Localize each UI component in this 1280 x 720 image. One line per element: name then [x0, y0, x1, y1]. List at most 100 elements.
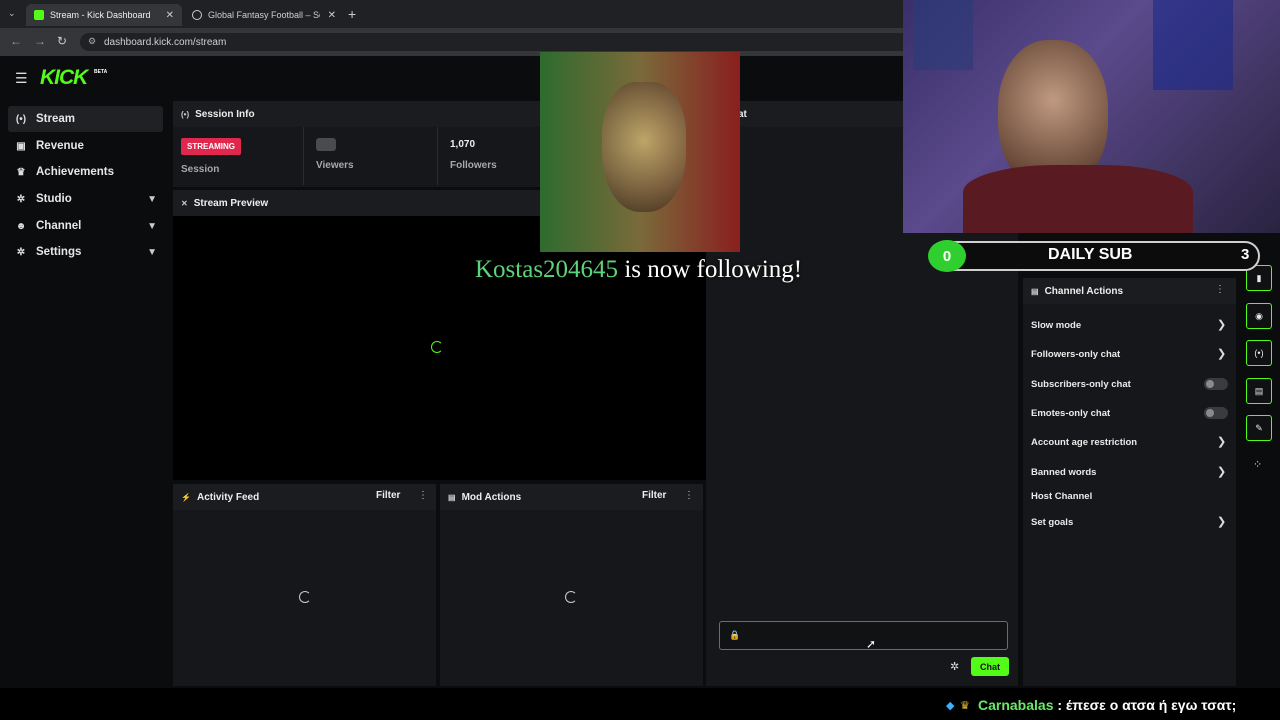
chevron-right-icon[interactable]: ❯: [1217, 318, 1226, 331]
list-icon: ▤: [1031, 286, 1039, 296]
jersey-frame: [913, 0, 973, 70]
more-options-icon[interactable]: ⋮: [418, 490, 428, 501]
tab-kick-dashboard[interactable]: Stream - Kick Dashboard ✕: [26, 4, 182, 26]
streaming-badge: STREAMING: [181, 138, 241, 155]
more-options-icon[interactable]: ⋮: [684, 490, 694, 501]
divider: [437, 127, 438, 185]
activity-filter-button[interactable]: Filter: [376, 490, 400, 501]
rail-chat-icon[interactable]: ◉: [1246, 303, 1272, 329]
follow-alert: Kostas204645 is now following!: [475, 256, 802, 284]
chat-input[interactable]: 🔒: [719, 621, 1008, 650]
activity-feed-panel: ⚡ Activity Feed: [173, 484, 436, 686]
rail-dots-icon[interactable]: ⁘: [1253, 458, 1262, 471]
panel-title: Stream Preview: [193, 197, 269, 209]
channel-actions-panel: ▤ Channel Actions: [1023, 278, 1236, 686]
chevron-right-icon[interactable]: ❯: [1217, 465, 1226, 478]
kick-logo[interactable]: KICK: [40, 66, 88, 90]
rail-broadcast-icon[interactable]: (•): [1246, 340, 1272, 366]
sidebar-item-label: Revenue: [36, 140, 84, 152]
panel-title: Mod Actions: [461, 491, 522, 503]
back-icon[interactable]: ←: [10, 34, 22, 48]
new-tab-icon[interactable]: +: [348, 6, 356, 22]
chevron-down-icon: ▼: [147, 246, 157, 258]
tab-fantasy-football[interactable]: Global Fantasy Football – Soran ✕: [184, 4, 344, 26]
chart-icon: ▣: [16, 140, 26, 152]
sidebar-item-achievements[interactable]: ♛ Achievements: [8, 159, 163, 185]
sidebar-item-studio[interactable]: ✲ Studio ▼: [8, 186, 163, 212]
url-text: dashboard.kick.com/stream: [104, 36, 227, 48]
loading-spinner-icon: [565, 591, 577, 603]
tab-title: Stream - Kick Dashboard: [50, 10, 151, 20]
follow-message: is now following!: [624, 256, 803, 283]
banned-words-item[interactable]: Banned words: [1031, 467, 1096, 478]
chevron-right-icon[interactable]: ❯: [1217, 435, 1226, 448]
viewers-placeholder: [316, 138, 336, 151]
rail-wrench-icon[interactable]: ✎: [1246, 415, 1272, 441]
people-icon: ☻: [15, 220, 27, 232]
account-age-item[interactable]: Account age restriction: [1031, 437, 1137, 448]
site-info-icon[interactable]: ⚙: [88, 36, 96, 47]
broadcast-icon: (•): [181, 109, 190, 119]
address-bar[interactable]: ⚙ dashboard.kick.com/stream: [80, 33, 930, 51]
tab-list-icon[interactable]: ⌄: [8, 8, 16, 19]
chat-settings-icon[interactable]: ✲: [950, 660, 959, 673]
chevron-down-icon: ▼: [147, 220, 157, 232]
bolt-icon: ⚡: [181, 492, 191, 502]
crown-icon: ♛: [960, 700, 970, 712]
rail-layout-icon[interactable]: ▤: [1246, 378, 1272, 404]
broadcast-icon: (•): [15, 113, 27, 125]
loading-spinner-icon: [431, 341, 443, 353]
panel-title: Session Info: [195, 108, 255, 120]
slow-mode-item[interactable]: Slow mode: [1031, 320, 1081, 331]
streamer-shirt: [963, 165, 1193, 233]
subscribers-only-toggle[interactable]: [1204, 378, 1228, 390]
forward-icon[interactable]: →: [34, 34, 46, 48]
more-options-icon[interactable]: ⋮: [1215, 284, 1225, 295]
chat-text: : έπεσε ο ατσα ή εγω τσατ;: [1057, 697, 1237, 713]
chevron-down-icon: ▼: [147, 193, 157, 205]
followers-only-item[interactable]: Followers-only chat: [1031, 349, 1120, 360]
menu-icon[interactable]: ☰: [15, 70, 28, 87]
panel-title: Channel Actions: [1044, 285, 1124, 297]
followers-label: Followers: [450, 160, 497, 171]
daily-sub-label: DAILY SUB: [1048, 246, 1133, 263]
set-goals-item[interactable]: Set goals: [1031, 517, 1073, 528]
followers-count: 1,070: [450, 139, 476, 150]
sidebar-item-stream[interactable]: (•) Stream: [8, 106, 163, 132]
reload-icon[interactable]: ↻: [57, 34, 67, 48]
sidebar-item-revenue[interactable]: ▣ Revenue: [8, 133, 163, 159]
gear-icon: ✲: [16, 246, 26, 258]
close-tab-icon[interactable]: ✕: [328, 10, 336, 21]
session-label: Session: [181, 164, 220, 175]
sidebar-item-label: Studio: [36, 193, 72, 205]
follower-name: Kostas204645: [475, 256, 619, 283]
globe-icon: [192, 10, 202, 20]
chevron-right-icon[interactable]: ❯: [1217, 515, 1226, 528]
trophy-icon: ♛: [16, 166, 26, 178]
subscribers-only-item: Subscribers-only chat: [1031, 379, 1131, 390]
chevron-right-icon[interactable]: ❯: [1217, 347, 1226, 360]
host-channel-item[interactable]: Host Channel: [1031, 491, 1092, 502]
gear-icon: ✲: [16, 193, 26, 205]
channel-actions-header: ▤ Channel Actions: [1023, 278, 1236, 304]
daily-sub-goal: 3: [1241, 246, 1250, 263]
sidebar-item-channel[interactable]: ☻ Channel ▼: [8, 213, 163, 239]
viewers-label: Viewers: [316, 160, 354, 171]
jersey-frame: [1153, 0, 1233, 90]
sidebar-item-label: Achievements: [36, 166, 114, 178]
webcam-overlay: [903, 0, 1280, 233]
emotes-only-item: Emotes-only chat: [1031, 408, 1111, 419]
mod-filter-button[interactable]: Filter: [642, 490, 666, 501]
close-icon[interactable]: ✕: [181, 199, 188, 208]
face-shape: [602, 82, 686, 212]
sidebar-item-label: Settings: [36, 246, 82, 258]
sidebar-item-settings[interactable]: ✲ Settings ▼: [8, 239, 163, 265]
sidebar-item-label: Stream: [36, 113, 75, 125]
kick-favicon-icon: [34, 10, 44, 20]
list-icon: ▤: [448, 492, 456, 502]
send-chat-button[interactable]: Chat: [971, 657, 1009, 676]
alert-image: [540, 52, 740, 252]
loading-spinner-icon: [299, 591, 311, 603]
close-tab-icon[interactable]: ✕: [166, 10, 174, 21]
emotes-only-toggle[interactable]: [1204, 407, 1228, 419]
